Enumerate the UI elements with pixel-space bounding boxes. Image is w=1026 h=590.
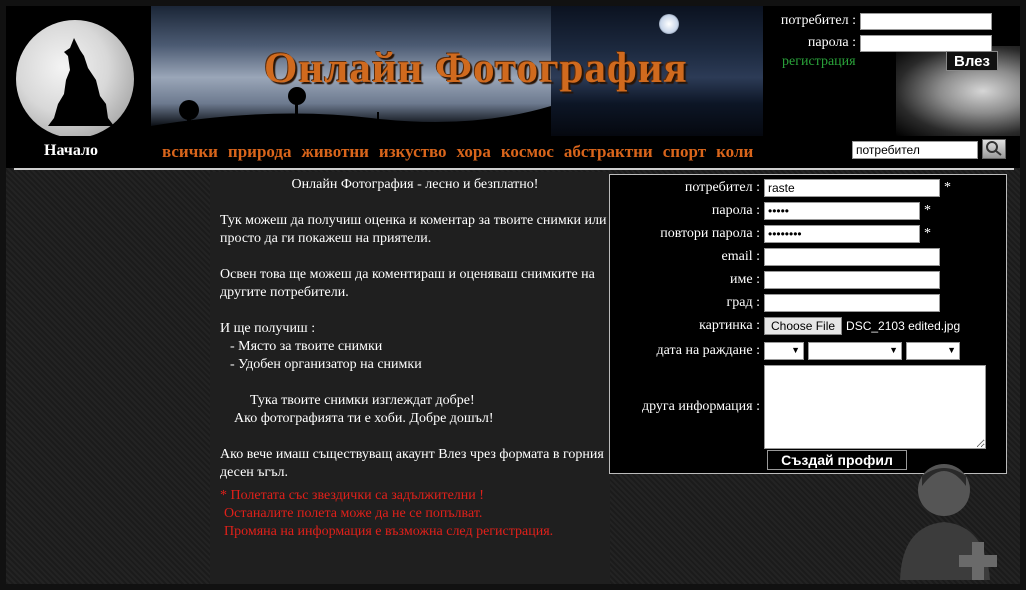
category-sport[interactable]: спорт xyxy=(663,142,706,162)
form-city-input[interactable] xyxy=(764,294,940,312)
form-city-label: град : xyxy=(726,295,760,310)
login-user-input[interactable] xyxy=(860,12,992,30)
form-user-row: потребител : * xyxy=(610,179,951,197)
birth-year-select[interactable] xyxy=(906,342,960,360)
nav-divider xyxy=(14,168,1014,170)
required-star: * xyxy=(924,226,931,241)
form-name-input[interactable] xyxy=(764,271,940,289)
intro-bullet-1: - Място за твоите снимки xyxy=(230,339,383,354)
moon-wolf-banner xyxy=(6,6,151,136)
create-profile-button[interactable]: Създай профил xyxy=(767,450,907,470)
form-pass-row: парола : * xyxy=(610,202,931,220)
login-user-label: потребител : xyxy=(780,13,856,28)
form-other-row: друга информация : xyxy=(610,365,986,449)
form-repass-row: повтори парола : * xyxy=(610,225,931,243)
other-info-textarea[interactable] xyxy=(764,365,986,449)
registration-form: потребител : * парола : * повтори парола… xyxy=(609,174,1007,474)
form-email-input[interactable] xyxy=(764,248,940,266)
form-email-row: email : xyxy=(610,248,940,266)
search-icon xyxy=(986,141,1002,156)
intro-paragraph-4: Ако вече имаш съществуващ акаунт Влез чр… xyxy=(220,447,604,480)
form-picture-row: картинка : Choose File DSC_2103 edited.j… xyxy=(610,317,960,335)
form-email-label: email : xyxy=(721,249,761,264)
required-note-2: Останалите полета може да не се попълват… xyxy=(224,506,483,521)
category-all[interactable]: всички xyxy=(162,142,218,162)
required-note-1: * Полетата със звездички са задължителни… xyxy=(220,488,484,503)
form-pass-input[interactable] xyxy=(764,202,920,220)
intro-paragraph-1: Тук можеш да получиш оценка и коментар з… xyxy=(220,213,607,246)
search-input[interactable] xyxy=(852,141,978,159)
choose-file-button[interactable]: Choose File xyxy=(764,317,843,335)
form-birth-row: дата на раждане : xyxy=(610,342,964,360)
required-note-3: Промяна на информация е възможна след ре… xyxy=(224,524,554,539)
form-pass-label: парола : xyxy=(711,203,760,218)
form-city-row: град : xyxy=(610,294,940,312)
intro-paragraph-3: И ще получиш : xyxy=(220,321,316,336)
form-name-row: име : xyxy=(610,271,940,289)
category-nature[interactable]: природа xyxy=(228,142,292,162)
login-pass-label: парола : xyxy=(807,35,856,50)
intro-heading: Онлайн Фотография - лесно и безплатно! xyxy=(291,177,539,192)
form-user-label: потребител : xyxy=(684,180,760,195)
category-people[interactable]: хора xyxy=(457,142,491,162)
login-user-row: потребител : xyxy=(781,10,992,32)
form-name-label: име : xyxy=(730,272,760,287)
register-link[interactable]: регистрация xyxy=(782,54,856,70)
nav-home-link[interactable]: Начало xyxy=(44,142,98,160)
night-moon xyxy=(659,14,679,34)
search-button[interactable] xyxy=(982,139,1006,159)
required-star: * xyxy=(924,203,931,218)
category-animals[interactable]: животни xyxy=(302,142,369,162)
birth-day-select[interactable] xyxy=(764,342,804,360)
chosen-file-name: DSC_2103 edited.jpg xyxy=(846,319,961,333)
login-button[interactable]: Влез xyxy=(946,51,998,71)
form-picture-label: картинка : xyxy=(699,318,760,333)
category-menu: всички природа животни изкуство хора кос… xyxy=(162,142,763,162)
form-other-label: друга информация : xyxy=(641,399,760,414)
intro-slogan-1: Тука твоите снимки изглеждат добре! xyxy=(250,393,475,408)
form-birth-label: дата на раждане : xyxy=(656,343,760,358)
form-user-input[interactable] xyxy=(764,179,940,197)
site-title: Онлайн Фотография xyxy=(264,45,688,92)
intro-paragraph-2: Освен това ще можеш да коментираш и оцен… xyxy=(220,267,595,300)
howling-wolf-icon xyxy=(48,38,114,126)
category-cars[interactable]: коли xyxy=(716,142,753,162)
category-space[interactable]: космос xyxy=(501,142,554,162)
intro-slogan-2: Ако фотографията ти е хоби. Добре дошъл! xyxy=(234,411,494,426)
required-notes: * Полетата със звездички са задължителни… xyxy=(220,487,553,541)
birth-month-select[interactable] xyxy=(808,342,902,360)
form-repass-label: повтори парола : xyxy=(660,226,760,241)
login-form: потребител : парола : xyxy=(781,10,992,54)
nav-bar: Начало всички природа животни изкуство х… xyxy=(6,136,1020,168)
required-star: * xyxy=(944,180,951,195)
intro-text: Онлайн Фотография - лесно и безплатно! Т… xyxy=(220,176,610,482)
form-repass-input[interactable] xyxy=(764,225,920,243)
add-user-icon xyxy=(900,464,997,580)
category-abstract[interactable]: абстрактни xyxy=(564,142,653,162)
category-art[interactable]: изкуство xyxy=(379,142,447,162)
intro-bullet-2: - Удобен организатор на снимки xyxy=(230,357,422,372)
site-header: Онлайн Фотография потребител : парола : xyxy=(6,6,1020,136)
login-pass-input[interactable] xyxy=(860,34,992,52)
